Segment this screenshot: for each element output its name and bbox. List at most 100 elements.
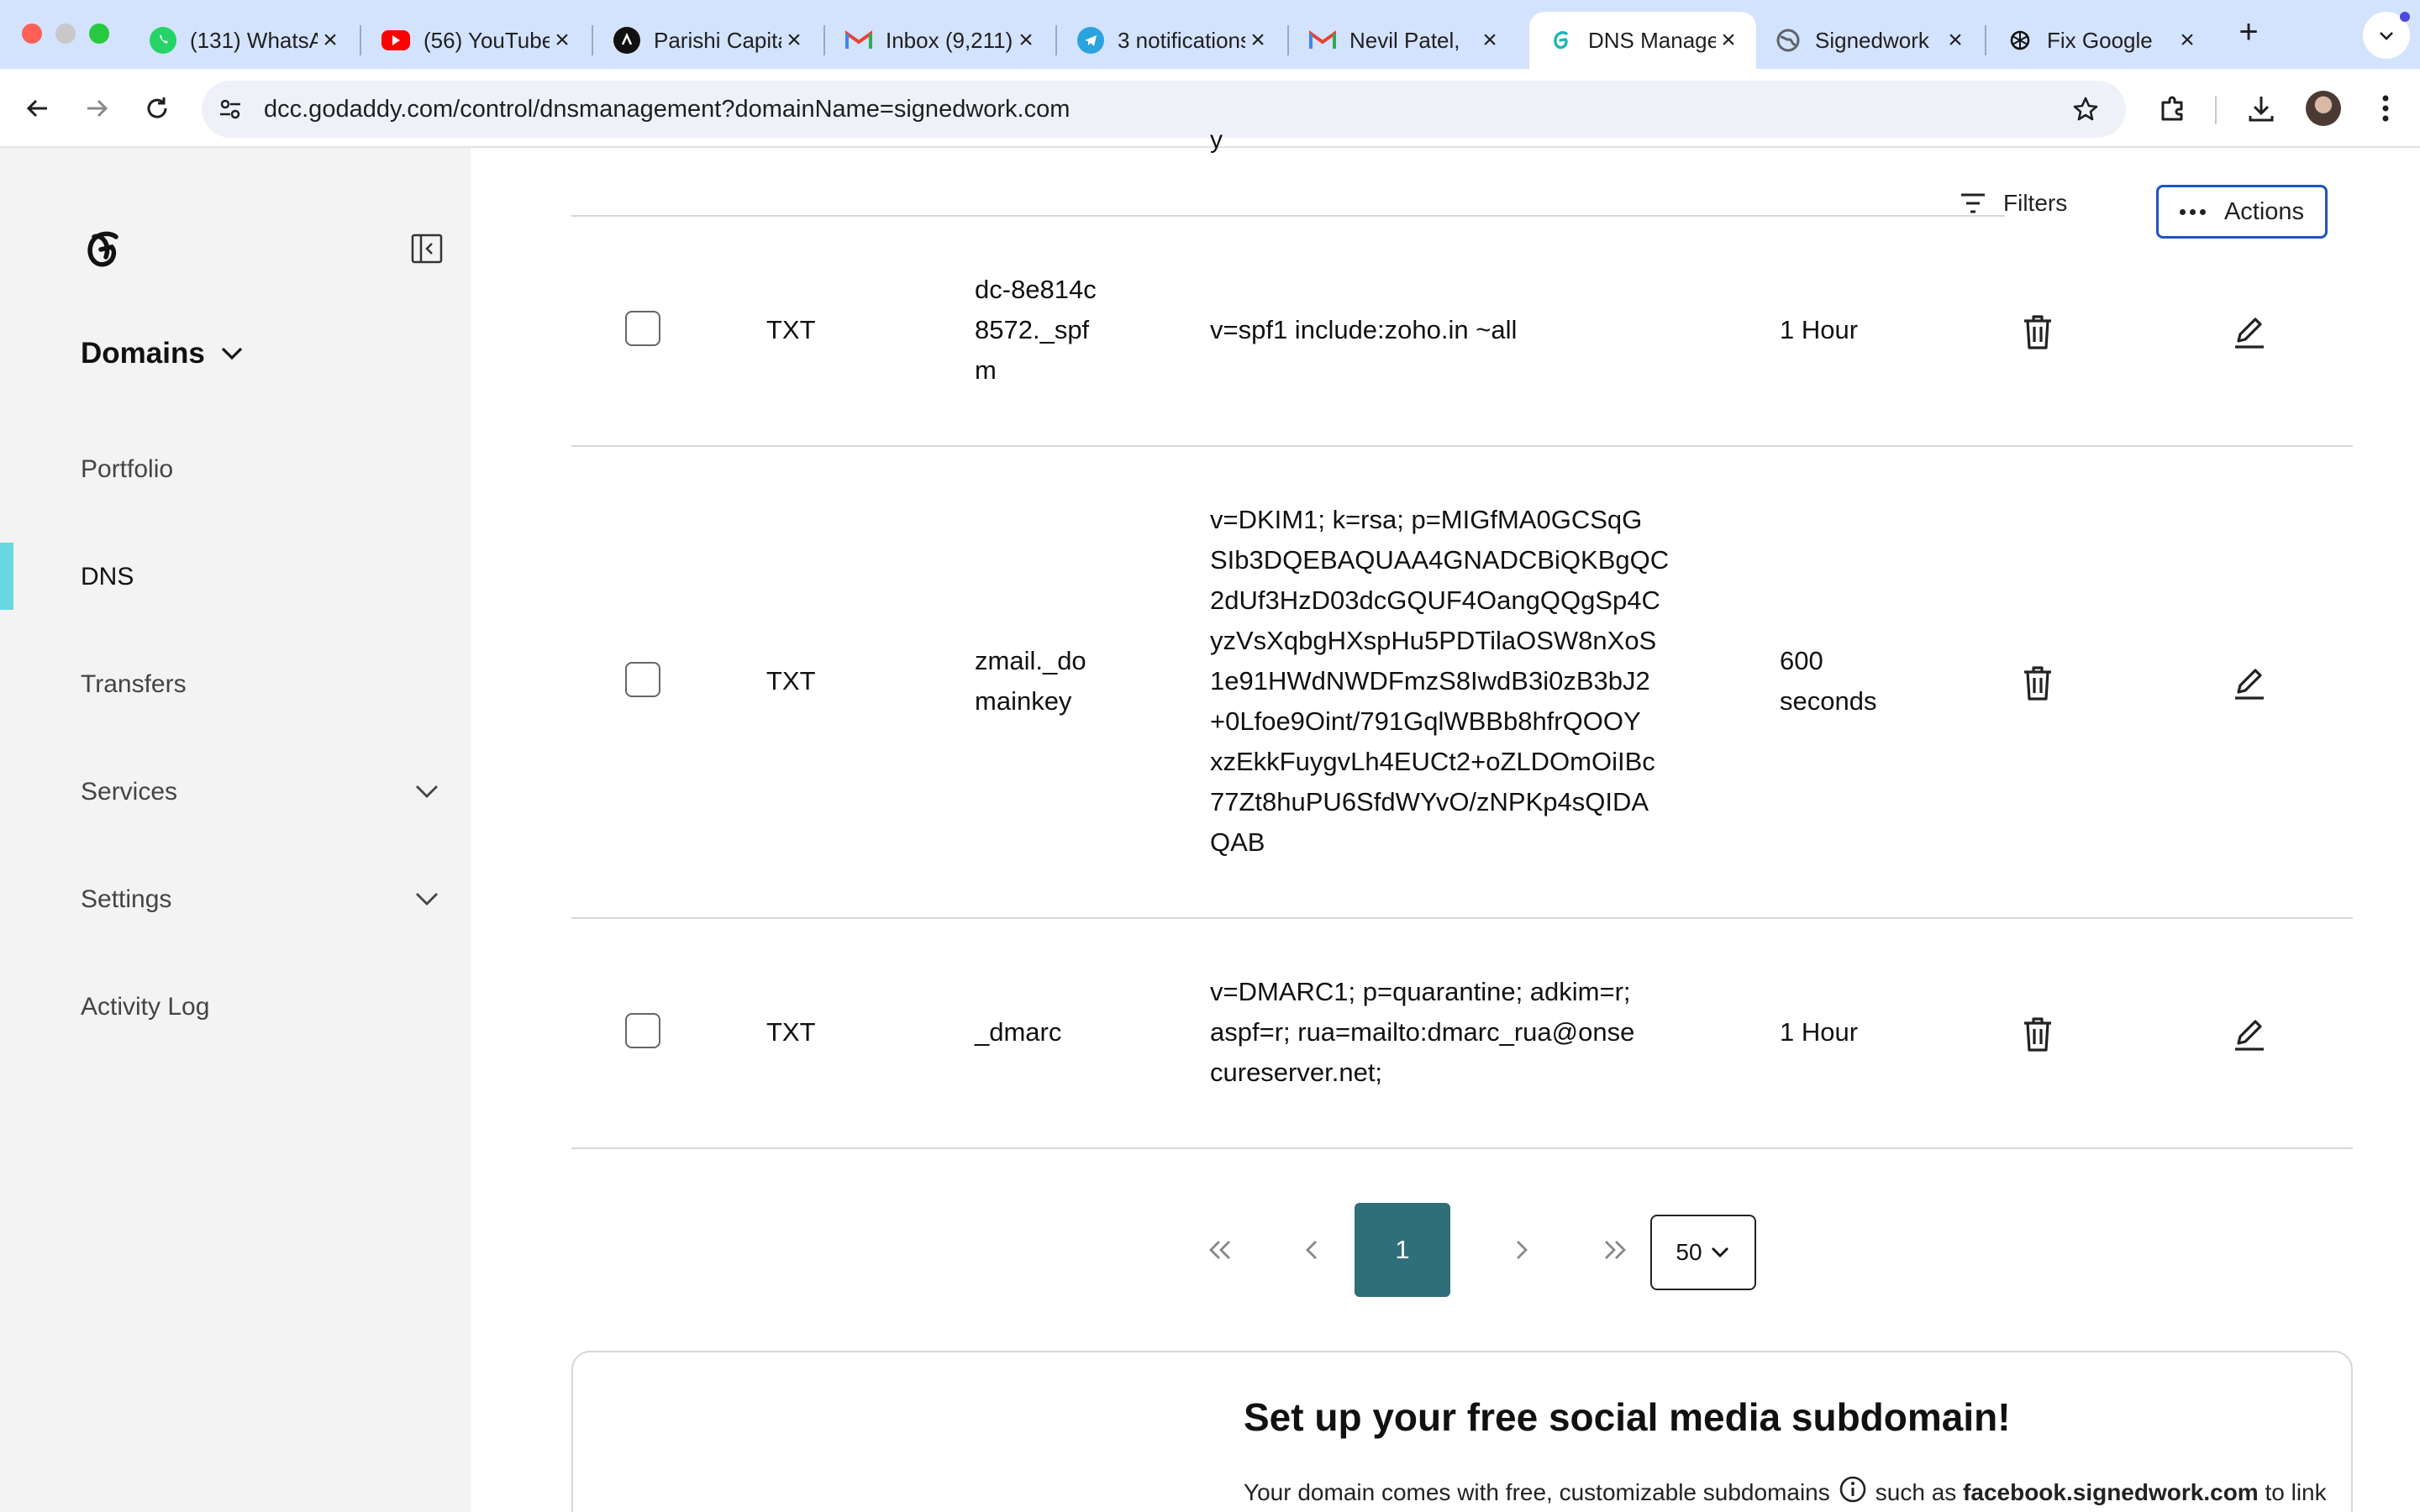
browser-tab[interactable]: (131) WhatsApp × xyxy=(131,12,358,69)
next-page-button[interactable] xyxy=(1497,1226,1544,1273)
profile-avatar[interactable] xyxy=(2306,91,2341,126)
chevron-down-icon[interactable] xyxy=(412,884,442,914)
reload-button[interactable] xyxy=(136,87,178,129)
browser-tab[interactable]: Inbox (9,211) × xyxy=(827,12,1054,69)
promo-title: Set up your free social media subdomain! xyxy=(1244,1395,2011,1439)
close-icon[interactable]: × xyxy=(781,26,807,55)
godaddy-logo-icon[interactable] xyxy=(79,225,129,276)
promo-text-mid: such as xyxy=(1875,1479,1957,1505)
download-icon[interactable] xyxy=(2242,89,2281,128)
record-name: _dmarc xyxy=(975,1012,1061,1053)
record-name-line: zmail._do xyxy=(975,646,1086,675)
last-page-button[interactable] xyxy=(1591,1226,1639,1273)
social-subdomain-promo-card: Set up your free social media subdomain!… xyxy=(571,1351,2353,1512)
first-page-button[interactable] xyxy=(1197,1226,1244,1273)
chevron-down-icon[interactable] xyxy=(412,776,442,806)
url-text: dcc.godaddy.com/control/dnsmanagement?do… xyxy=(264,96,1071,123)
row-checkbox[interactable] xyxy=(625,662,660,697)
chevron-down-icon[interactable] xyxy=(217,338,247,368)
back-button[interactable] xyxy=(17,87,59,129)
sidebar: Domains Portfolio DNS Transfers Services… xyxy=(0,148,471,1512)
collapse-sidebar-button[interactable] xyxy=(410,232,444,265)
row-divider xyxy=(571,445,2353,447)
close-icon[interactable]: × xyxy=(1943,26,1968,55)
browser-tab[interactable]: Fix Google × xyxy=(1988,12,2215,69)
sidebar-item-portfolio[interactable]: Portfolio xyxy=(81,455,173,484)
gmail-icon xyxy=(1309,27,1336,54)
close-icon[interactable]: × xyxy=(2175,26,2200,55)
record-ttl-line: 600 xyxy=(1780,646,1823,675)
sidebar-item-settings[interactable]: Settings xyxy=(81,885,171,914)
close-icon[interactable]: × xyxy=(1716,26,1741,55)
trash-icon xyxy=(2024,1017,2051,1052)
filters-label: Filters xyxy=(2003,190,2068,216)
more-vertical-icon[interactable] xyxy=(2366,89,2405,128)
site-info-icon[interactable] xyxy=(213,92,247,126)
minimize-window-button[interactable] xyxy=(55,24,76,44)
address-bar[interactable]: dcc.godaddy.com/control/dnsmanagement?do… xyxy=(202,81,2126,138)
record-value-line: +0Lfoe9Oint/791GqlWBBb8hfrQOOY xyxy=(1210,706,1641,736)
trash-icon xyxy=(2024,315,2051,349)
sidebar-item-transfers[interactable]: Transfers xyxy=(81,670,187,699)
record-value-line: yzVsXqbgHXspHu5PDTilaOSW8nXoS xyxy=(1210,626,1657,655)
browser-tab[interactable]: Nevil Patel, × xyxy=(1291,12,1518,69)
close-icon[interactable]: × xyxy=(1477,26,1502,55)
close-icon[interactable]: × xyxy=(318,26,343,55)
page-size-select[interactable]: 50 xyxy=(1650,1215,1756,1290)
edit-record-button[interactable] xyxy=(2230,664,2269,702)
record-value-line: xzEkkFuygvLh4EUCt2+oZLDOmOiIBc xyxy=(1210,747,1655,776)
edit-record-button[interactable] xyxy=(2230,1015,2269,1053)
tab-title: Nevil Patel, xyxy=(1349,27,1460,53)
delete-record-button[interactable] xyxy=(2018,1015,2057,1053)
tab-divider xyxy=(1985,25,1986,55)
record-ttl: 1 Hour xyxy=(1780,1012,1858,1053)
current-page-button[interactable]: 1 xyxy=(1355,1203,1450,1297)
chevron-left-icon xyxy=(1306,1241,1317,1259)
promo-description: Your domain comes with free, customizabl… xyxy=(1244,1475,2327,1506)
actions-button[interactable]: Actions xyxy=(2156,185,2328,239)
bookmark-star-icon[interactable] xyxy=(2069,92,2102,126)
record-type: TXT xyxy=(766,1017,816,1047)
record-name-line: 8572._spf xyxy=(975,315,1090,344)
browser-tab-active[interactable]: DNS Management × xyxy=(1529,12,1756,69)
browser-tab[interactable]: 3 notifications × xyxy=(1059,12,1286,69)
browser-tab[interactable]: Signedwork × xyxy=(1756,12,1983,69)
page-size-value: 50 xyxy=(1676,1239,1702,1265)
record-ttl: 600 seconds xyxy=(1780,641,1876,722)
browser-tab[interactable]: Parishi Capital × xyxy=(595,12,822,69)
tab-title: Parishi Capital xyxy=(654,27,781,53)
sidebar-section-title[interactable]: Domains xyxy=(81,337,205,370)
close-window-button[interactable] xyxy=(22,24,42,44)
record-name-line: m xyxy=(975,355,997,385)
row-checkbox[interactable] xyxy=(625,1013,660,1048)
edit-record-button[interactable] xyxy=(2230,312,2269,351)
row-divider xyxy=(571,215,2005,217)
sidebar-item-dns[interactable]: DNS xyxy=(81,563,134,591)
extensions-puzzle-icon[interactable] xyxy=(2153,89,2191,128)
filters-button[interactable]: Filters xyxy=(1960,186,2067,220)
close-icon[interactable]: × xyxy=(550,26,575,55)
telegram-icon xyxy=(1077,27,1104,54)
close-icon[interactable]: × xyxy=(1013,26,1039,55)
gmail-icon xyxy=(845,27,872,54)
record-name-line: mainkey xyxy=(975,686,1072,716)
record-ttl: 1 Hour xyxy=(1780,310,1858,350)
info-icon[interactable] xyxy=(1839,1475,1867,1504)
close-icon[interactable]: × xyxy=(1245,26,1270,55)
sidebar-item-services[interactable]: Services xyxy=(81,778,177,806)
chevron-down-icon xyxy=(1711,1247,1728,1257)
browser-tab[interactable]: (56) YouTube × xyxy=(363,12,590,69)
delete-record-button[interactable] xyxy=(2018,312,2057,351)
sidebar-item-activity-log[interactable]: Activity Log xyxy=(81,993,209,1021)
maximize-window-button[interactable] xyxy=(89,24,109,44)
record-value-line: 1e91HWdNWDFmzS8IwdB3i0zB3bJ2 xyxy=(1210,666,1650,696)
previous-page-button[interactable] xyxy=(1289,1226,1336,1273)
tab-title: Fix Google xyxy=(2047,27,2153,53)
tab-divider xyxy=(592,25,593,55)
forward-button[interactable] xyxy=(76,87,118,129)
dns-records-panel: y Filters Actions TXT dc-8e814c 8572._sp… xyxy=(471,126,2420,1512)
new-tab-button[interactable]: + xyxy=(2230,13,2267,51)
delete-record-button[interactable] xyxy=(2018,664,2057,702)
row-checkbox[interactable] xyxy=(625,311,660,346)
record-name-line: dc-8e814c xyxy=(975,275,1097,304)
